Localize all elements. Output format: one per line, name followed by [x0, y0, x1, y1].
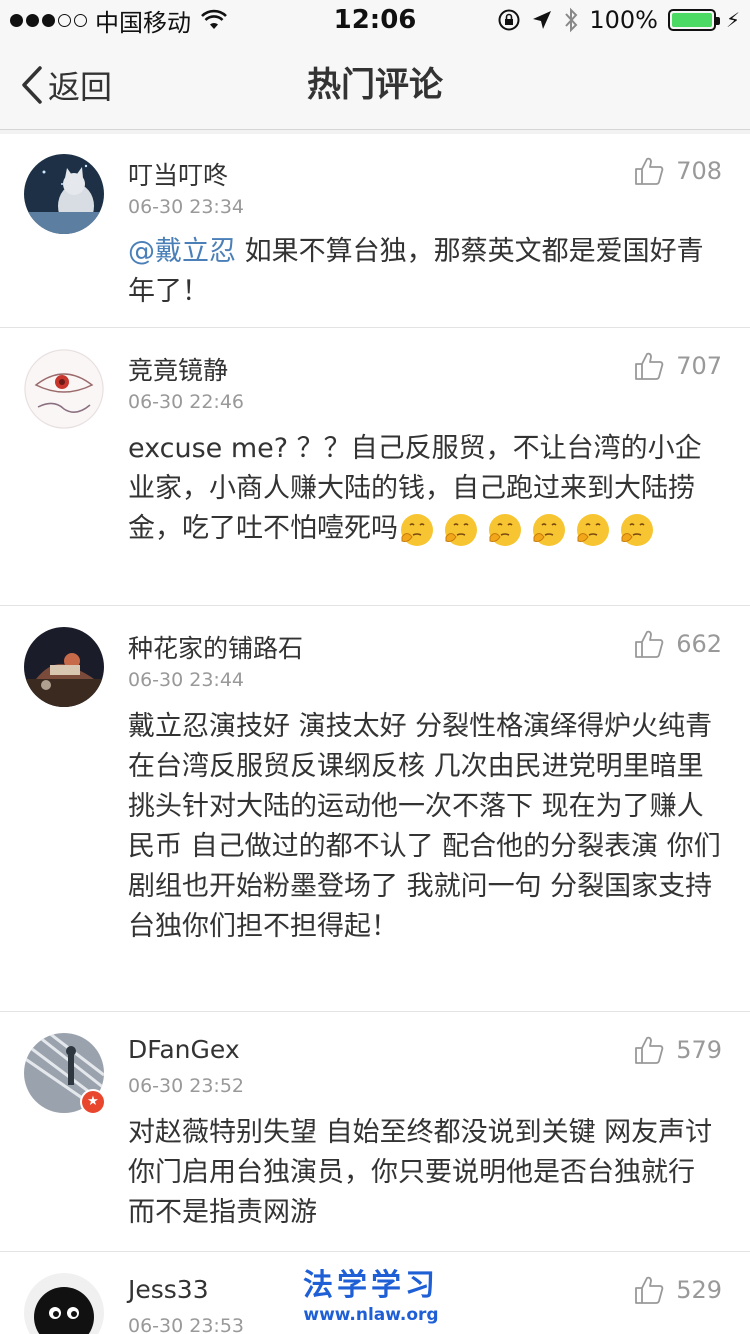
- like-count: 529: [676, 1276, 722, 1304]
- comment-text: 戴立忍演技好 演技太好 分裂性格演绎得炉火纯青 在台湾反服贸反课纲反核 几次由民…: [128, 711, 721, 942]
- emoji-group: [398, 513, 662, 546]
- comment-text: @戴立忍 如果不算台独，那蔡英文都是爱国好青年了！: [128, 232, 728, 312]
- user-name[interactable]: 竞竟镜静: [128, 351, 228, 387]
- like-button[interactable]: 579: [634, 1035, 722, 1065]
- watermark-url: www.nlaw.org: [303, 1305, 439, 1325]
- user-name[interactable]: DFanGex: [128, 1035, 240, 1064]
- comment-item[interactable]: 叮当叮咚 06-30 23:34 708 @戴立忍 如果不算台独，那蔡英文都是爱…: [0, 134, 750, 328]
- comment-time: 06-30 23:34: [128, 196, 245, 218]
- thinking-face-emoji-icon: [621, 513, 653, 546]
- status-bar: 中国移动 12:06 100% ⚡: [0, 0, 750, 40]
- like-button[interactable]: 662: [634, 629, 722, 659]
- watermark-title: 法学学习: [303, 1268, 439, 1303]
- avatar[interactable]: [24, 1273, 104, 1334]
- comment-text: 对赵薇特别失望 自始至终都没说到关键 网友声讨你门启用台独演员，你只要说明他是否…: [128, 1117, 713, 1228]
- battery-icon: [667, 9, 720, 31]
- like-button[interactable]: 529: [634, 1275, 722, 1305]
- bluetooth-icon: [565, 7, 578, 33]
- nav-bar: 返回 热门评论: [0, 40, 750, 130]
- thumbs-up-icon: [635, 157, 664, 185]
- like-count: 579: [676, 1036, 722, 1064]
- thumbs-up-icon: [635, 352, 664, 380]
- like-count: 707: [676, 352, 722, 380]
- like-count: 662: [676, 630, 722, 658]
- avatar[interactable]: [24, 154, 104, 234]
- mention-link[interactable]: @戴立忍: [128, 236, 236, 267]
- location-arrow-icon: [533, 11, 552, 29]
- thinking-face-emoji-icon: [577, 513, 609, 546]
- battery-percent: 100%: [589, 6, 658, 34]
- like-button[interactable]: 707: [634, 351, 722, 381]
- user-name[interactable]: Jess33: [128, 1275, 209, 1304]
- comment-item[interactable]: 竞竟镜静 06-30 22:46 707 excuse me? ？？自己反服贸，…: [0, 329, 750, 606]
- page-title: 热门评论: [307, 65, 443, 105]
- comment-time: 06-30 23:53: [128, 1315, 245, 1334]
- thumbs-up-icon: [635, 630, 664, 658]
- like-button[interactable]: 708: [634, 156, 722, 186]
- watermark: 法学学习 www.nlaw.org: [296, 1268, 446, 1326]
- comment-time: 06-30 22:46: [128, 391, 245, 413]
- thinking-face-emoji-icon: [445, 513, 477, 546]
- verified-badge-icon: ★: [80, 1089, 106, 1115]
- comment-item[interactable]: 种花家的铺路石 06-30 23:44 662 戴立忍演技好 演技太好 分裂性格…: [0, 607, 750, 1012]
- lock-rotation-icon: [498, 9, 520, 31]
- user-name[interactable]: 种花家的铺路石: [128, 629, 303, 665]
- thumbs-up-icon: [635, 1276, 664, 1304]
- comment-text: excuse me? ？？自己反服贸，不让台湾的小企业家，小商人赚大陆的钱，自己…: [128, 429, 728, 549]
- thumbs-up-icon: [635, 1036, 664, 1064]
- thinking-face-emoji-icon: [401, 513, 433, 546]
- avatar[interactable]: [24, 627, 104, 707]
- comment-time: 06-30 23:44: [128, 669, 245, 691]
- comment-time: 06-30 23:52: [128, 1075, 245, 1097]
- comment-item[interactable]: ★ DFanGex 06-30 23:52 579 对赵薇特别失望 自始至终都没…: [0, 1013, 750, 1252]
- user-name[interactable]: 叮当叮咚: [128, 156, 228, 192]
- thinking-face-emoji-icon: [489, 513, 521, 546]
- status-right: 100% ⚡: [497, 6, 740, 34]
- avatar[interactable]: [24, 349, 104, 429]
- like-count: 708: [676, 157, 722, 185]
- thinking-face-emoji-icon: [533, 513, 565, 546]
- charging-bolt-icon: ⚡: [725, 8, 740, 32]
